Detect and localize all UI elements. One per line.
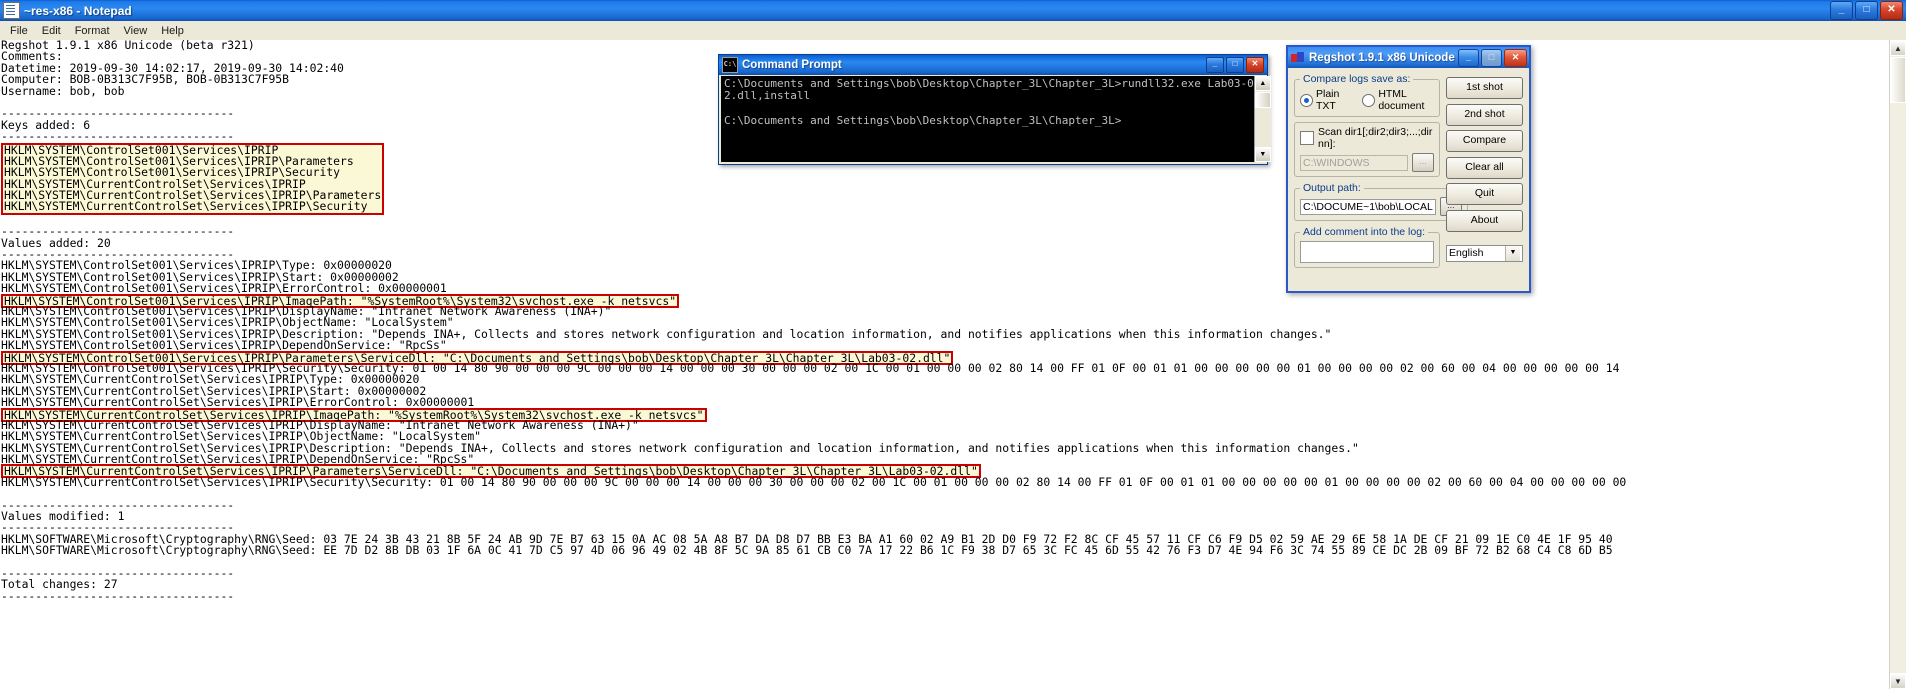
values-added-header-line: [1, 215, 1889, 226]
keys-added-highlight-block: HKLM\SYSTEM\ControlSet001\Services\IPRIP…: [1, 142, 385, 215]
scan-dir-checkbox[interactable]: [1300, 131, 1314, 145]
values-added-header-line: ----------------------------------: [1, 224, 235, 239]
regshot-app-icon: [1291, 51, 1305, 64]
comment-input[interactable]: [1300, 241, 1434, 263]
notepad-titlebar: ~res-x86 - Notepad _ □ ✕: [0, 0, 1906, 21]
scan-dir-input[interactable]: C:\WINDOWS: [1300, 154, 1408, 171]
output-path-input[interactable]: C:\DOCUME~1\bob\LOCAL: [1300, 198, 1436, 215]
output-path-input-row: C:\DOCUME~1\bob\LOCAL ...: [1300, 197, 1462, 216]
scan-dir-group: Scan dir1[;dir2;dir3;...;dir nn]: C:\WIN…: [1294, 122, 1440, 177]
scan-dir-row: Scan dir1[;dir2;dir3;...;dir nn]:: [1300, 126, 1434, 150]
regshot-title: Regshot 1.9.1 x86 Unicode (...: [1309, 51, 1458, 64]
clear-all-button[interactable]: Clear all: [1446, 156, 1523, 179]
cmd-scrollbar-thumb[interactable]: [1254, 92, 1271, 108]
regshot-window-buttons: _ □ ✕: [1458, 48, 1529, 67]
values-modified-header-line: Values modified: 1: [1, 509, 125, 524]
close-button[interactable]: ✕: [1880, 1, 1903, 20]
command-prompt-titlebar: C:\ Command Prompt _ □ ✕: [719, 55, 1267, 75]
compare-logs-group-label: Compare logs save as:: [1303, 73, 1411, 85]
scroll-up-arrow-icon[interactable]: ▲: [1890, 40, 1906, 56]
menu-item-file[interactable]: File: [3, 24, 35, 38]
menu-item-help[interactable]: Help: [154, 24, 191, 38]
radio-html-document-label: HTML document: [1378, 88, 1425, 112]
comment-group-label: Add comment into the log:: [1303, 226, 1425, 238]
notepad-title: ~res-x86 - Notepad: [24, 3, 132, 18]
registry-key-line: HKLM\SYSTEM\CurrentControlSet\Services\I…: [4, 199, 368, 214]
compare-button[interactable]: Compare: [1446, 130, 1523, 152]
log-footer-line: [1, 557, 1889, 568]
radio-html-document[interactable]: [1362, 93, 1376, 107]
second-shot-button[interactable]: 2nd shot: [1446, 103, 1523, 126]
scan-dir-input-row: C:\WINDOWS ...: [1300, 153, 1434, 172]
radio-plain-txt[interactable]: [1300, 93, 1313, 107]
scan-dir-label: Scan dir1[;dir2;dir3;...;dir nn]:: [1318, 126, 1433, 150]
regshot-options-column: Compare logs save as: Plain TXT HTML doc…: [1294, 73, 1468, 291]
scrollbar-thumb[interactable]: [1890, 57, 1906, 103]
cmd-scroll-down-arrow-icon[interactable]: ▼: [1254, 147, 1271, 162]
values-modified-header-line: ----------------------------------: [1, 497, 235, 512]
language-select-value: English: [1449, 247, 1484, 259]
regshot-window: Regshot 1.9.1 x86 Unicode (... _ □ ✕ Com…: [1286, 45, 1531, 293]
menu-item-format[interactable]: Format: [68, 24, 117, 38]
regshot-actions-column: 1st shot 2nd shot Compare Clear all Quit…: [1446, 73, 1523, 291]
notepad-window-buttons: _ □ ✕: [1830, 1, 1906, 20]
menu-item-view[interactable]: View: [117, 24, 155, 38]
log-header-line: Regshot 1.9.1 x86 Unicode (beta r321): [1, 38, 255, 52]
about-button[interactable]: About: [1446, 209, 1523, 232]
regshot-minimize-button[interactable]: _: [1458, 48, 1479, 67]
quit-button[interactable]: Quit: [1446, 183, 1523, 205]
cmd-maximize-button[interactable]: □: [1226, 57, 1244, 73]
scan-dir-browse-button[interactable]: ...: [1412, 153, 1434, 172]
comment-group: Add comment into the log:: [1294, 226, 1440, 268]
compare-logs-group: Compare logs save as: Plain TXT HTML doc…: [1294, 73, 1440, 117]
notepad-icon: [3, 2, 20, 19]
command-prompt-body: C:\Documents and Settings\bob\Desktop\Ch…: [721, 76, 1271, 162]
regshot-close-button[interactable]: ✕: [1504, 48, 1527, 67]
values-modified-header-line: [1, 488, 1889, 499]
command-prompt-title: Command Prompt: [742, 59, 842, 71]
registry-value-modified-line: HKLM\SOFTWARE\Microsoft\Cryptography\RNG…: [1, 543, 1613, 558]
regshot-body: Compare logs save as: Plain TXT HTML doc…: [1288, 68, 1529, 291]
log-footer-line: ----------------------------------: [1, 588, 235, 603]
first-shot-button[interactable]: 1st shot: [1446, 77, 1523, 99]
registry-value-line: HKLM\SYSTEM\CurrentControlSet\Services\I…: [1, 474, 1627, 489]
output-path-group: Output path: C:\DOCUME~1\bob\LOCAL ...: [1294, 182, 1468, 221]
scroll-down-arrow-icon[interactable]: ▼: [1890, 673, 1906, 689]
minimize-button[interactable]: _: [1830, 1, 1853, 20]
console-icon: C:\: [722, 57, 738, 73]
cmd-vertical-scrollbar[interactable]: ▲ ▼: [1253, 76, 1271, 162]
log-footer-line: Total changes: 27: [1, 577, 118, 592]
radio-plain-txt-label: Plain TXT: [1316, 88, 1340, 112]
menu-item-edit[interactable]: Edit: [35, 24, 68, 38]
save-format-radio-row: Plain TXT HTML document: [1300, 88, 1434, 112]
maximize-button[interactable]: □: [1855, 1, 1878, 20]
values-added-header-line: Values added: 20: [1, 235, 111, 250]
command-prompt-window: C:\ Command Prompt _ □ ✕ C:\Documents an…: [718, 54, 1271, 165]
cmd-minimize-button[interactable]: _: [1206, 57, 1224, 73]
notepad-vertical-scrollbar[interactable]: ▲ ▼: [1889, 40, 1906, 689]
command-prompt-window-buttons: _ □ ✕: [1206, 57, 1267, 73]
notepad-menubar: File Edit Format View Help: [0, 21, 1906, 41]
chevron-down-icon[interactable]: ▼: [1505, 246, 1520, 261]
regshot-titlebar: Regshot 1.9.1 x86 Unicode (... _ □ ✕: [1288, 47, 1529, 68]
cmd-close-button[interactable]: ✕: [1246, 57, 1264, 73]
language-select[interactable]: English ▼: [1446, 245, 1523, 262]
log-footer-line: ----------------------------------: [1, 565, 235, 580]
console-output[interactable]: C:\Documents and Settings\bob\Desktop\Ch…: [721, 76, 1254, 162]
cmd-scroll-up-arrow-icon[interactable]: ▲: [1254, 76, 1271, 91]
regshot-maximize-button: □: [1481, 48, 1502, 67]
output-path-group-label: Output path:: [1303, 182, 1361, 194]
